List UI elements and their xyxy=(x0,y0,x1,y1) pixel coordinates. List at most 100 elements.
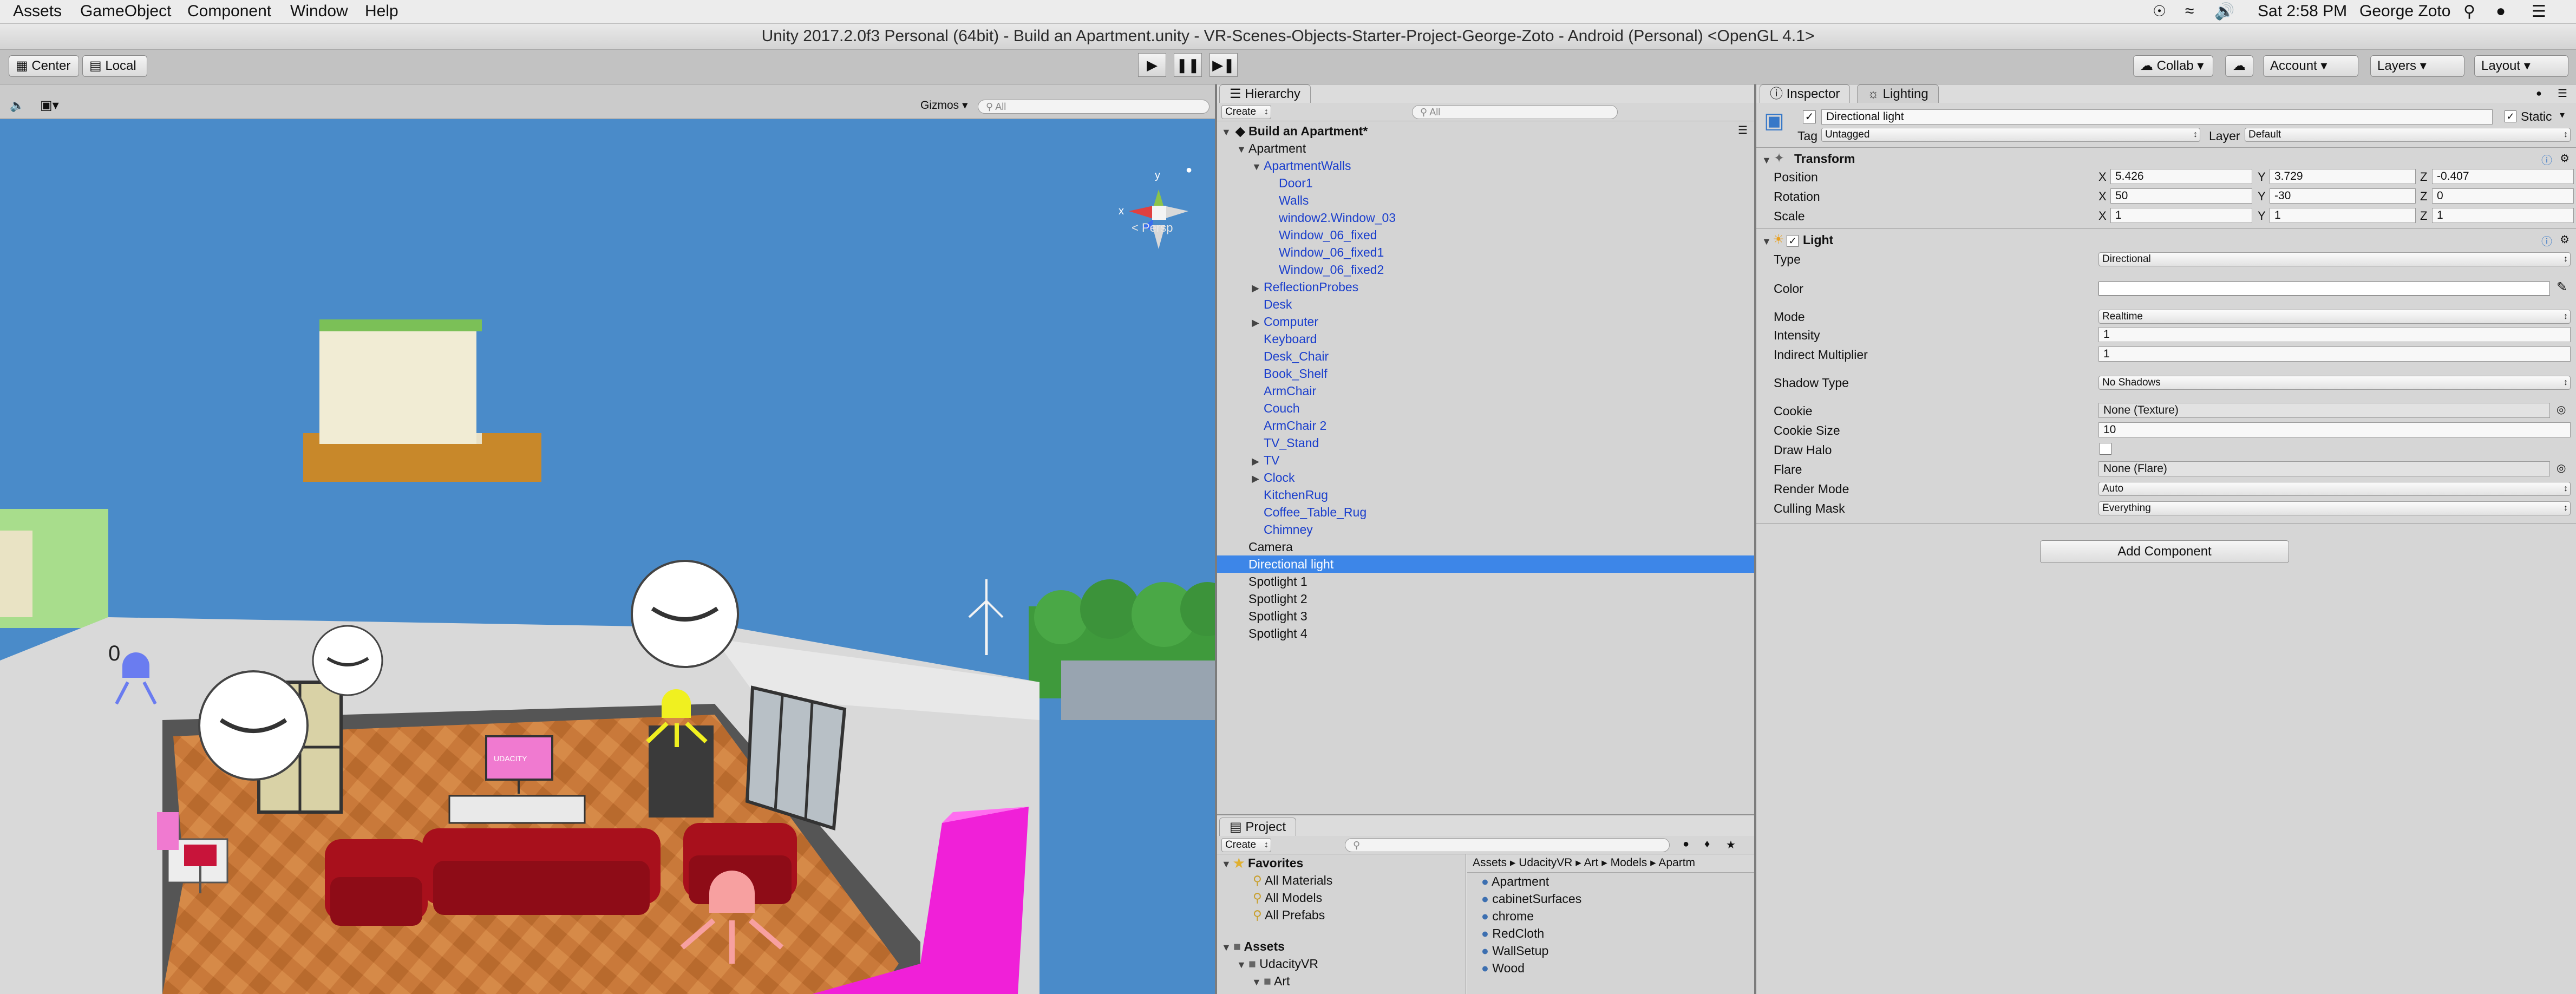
hier-item-armchair-2[interactable]: ArmChair 2 xyxy=(1264,417,1326,434)
hier-item-spotlight-3[interactable]: Spotlight 3 xyxy=(1248,607,1307,625)
hier-item-door1[interactable]: Door1 xyxy=(1279,174,1313,192)
siri-icon[interactable]: ● xyxy=(2496,2,2506,21)
position-y-field[interactable]: 3.729 xyxy=(2270,169,2416,184)
indirect-multiplier-field[interactable]: 1 xyxy=(2098,346,2571,362)
pause-button[interactable]: ❚❚ xyxy=(1174,53,1202,77)
hier-item-book-shelf[interactable]: Book_Shelf xyxy=(1264,365,1328,382)
inspector-lock-icon[interactable]: ● xyxy=(2536,88,2542,99)
hier-item-keyboard[interactable]: Keyboard xyxy=(1264,330,1317,348)
filter-type-icon[interactable]: ● xyxy=(1683,838,1689,851)
draw-halo-checkbox[interactable] xyxy=(2100,443,2111,455)
udacityvr-foldout-icon[interactable]: ▼ xyxy=(1237,959,1246,971)
hier-item-kitchenrug[interactable]: KitchenRug xyxy=(1264,486,1328,503)
transform-gear-icon[interactable]: ⚙ xyxy=(2560,152,2570,165)
type-dropdown[interactable]: Directional xyxy=(2098,252,2571,266)
position-x-field[interactable]: 5.426 xyxy=(2110,169,2252,184)
assets-foldout-icon[interactable]: ▼ xyxy=(1221,942,1231,953)
object-name-input[interactable]: Directional light xyxy=(1821,109,2493,125)
art-folder[interactable]: ■ Art xyxy=(1264,972,1290,990)
mode-dropdown[interactable]: Realtime xyxy=(2098,310,2571,324)
tab-hierarchy[interactable]: ☰ Hierarchy xyxy=(1219,84,1311,103)
apartment-foldout-icon[interactable]: ▼ xyxy=(1237,144,1246,155)
fav-all-materials[interactable]: ⚲ All Materials xyxy=(1253,872,1332,889)
crumb-assets[interactable]: Assets xyxy=(1473,856,1507,869)
add-component-button[interactable]: Add Component xyxy=(2040,540,2289,563)
reflectionprobes-foldout-icon[interactable]: ▶ xyxy=(1252,283,1259,294)
hier-item-computer[interactable]: Computer xyxy=(1264,313,1318,330)
scene-view[interactable]: 🔈 ▣▾ Gizmos ▾ ⚲ All UDACITY 0 y x ● < Pe… xyxy=(0,84,1215,994)
file-cabinetsurfaces[interactable]: ● cabinetSurfaces xyxy=(1481,890,1581,907)
hier-item-desk-chair[interactable]: Desk_Chair xyxy=(1264,348,1329,365)
eyedropper-icon[interactable]: ✎ xyxy=(2557,279,2567,295)
hier-item-desk[interactable]: Desk xyxy=(1264,296,1292,313)
clock-text[interactable]: Sat 2:58 PM xyxy=(2258,2,2347,21)
crumb-udacityvr[interactable]: UdacityVR xyxy=(1519,856,1572,869)
project-search-input[interactable]: ⚲ xyxy=(1345,838,1670,852)
play-button[interactable]: ▶ xyxy=(1138,53,1166,77)
pivot-local-button[interactable]: ▤ Local xyxy=(82,55,147,77)
computer-foldout-icon[interactable]: ▶ xyxy=(1252,317,1259,329)
cookie-picker-icon[interactable]: ◎ xyxy=(2557,403,2566,416)
account-dropdown[interactable]: Account ▾ xyxy=(2263,55,2358,77)
light-help-icon[interactable]: ⓘ xyxy=(2541,233,2552,248)
apartmentwalls-foldout-icon[interactable]: ▼ xyxy=(1252,161,1261,173)
scene-menu-icon[interactable]: ☰ xyxy=(1738,123,1748,137)
effects-toggle-icon[interactable]: ▣▾ xyxy=(40,97,59,113)
crumb-models[interactable]: Models xyxy=(1611,856,1647,869)
flare-field[interactable]: None (Flare) xyxy=(2098,461,2550,476)
file-wood[interactable]: ● Wood xyxy=(1481,959,1525,977)
transform-help-icon[interactable]: ⓘ xyxy=(2541,152,2552,167)
light-gear-icon[interactable]: ⚙ xyxy=(2560,233,2570,246)
static-dropdown-icon[interactable]: ▾ xyxy=(2560,109,2565,121)
assets-folder[interactable]: ■ Assets xyxy=(1233,938,1285,955)
tab-lighting[interactable]: ☼ Lighting xyxy=(1857,84,1939,103)
hier-item-window06-fixed2[interactable]: Window_06_fixed2 xyxy=(1279,261,1384,278)
hierarchy-search-input[interactable]: ⚲ All xyxy=(1412,105,1618,119)
hier-item-apartment[interactable]: Apartment xyxy=(1248,140,1306,157)
file-chrome[interactable]: ● chrome xyxy=(1481,907,1534,925)
hier-item-coffee-table-rug[interactable]: Coffee_Table_Rug xyxy=(1264,503,1367,521)
file-wallsetup[interactable]: ● WallSetup xyxy=(1481,942,1548,959)
menu-component[interactable]: Component xyxy=(187,2,271,21)
hier-item-spotlight-4[interactable]: Spotlight 4 xyxy=(1248,625,1307,642)
file-apartment[interactable]: ● Apartment xyxy=(1481,873,1549,890)
tab-project[interactable]: ▤ Project xyxy=(1219,818,1297,836)
audio-toggle-icon[interactable]: 🔈 xyxy=(10,99,24,113)
scene-search-input[interactable]: ⚲ All xyxy=(978,100,1209,114)
crumb-art[interactable]: Art xyxy=(1584,856,1599,869)
favorite-star-icon[interactable]: ★ xyxy=(1726,838,1736,852)
collab-dropdown[interactable]: ☁ Collab ▾ xyxy=(2133,55,2213,77)
layer-dropdown[interactable]: Default xyxy=(2245,128,2571,142)
network-icon[interactable]: ☉ xyxy=(2153,2,2166,20)
cookie-field[interactable]: None (Texture) xyxy=(2098,403,2550,418)
hier-item-tv[interactable]: TV xyxy=(1264,452,1279,469)
inspector-menu-icon[interactable]: ☰ xyxy=(2558,87,2567,100)
rotation-y-field[interactable]: -30 xyxy=(2270,188,2416,204)
scene-root[interactable]: ◆ Build an Apartment* xyxy=(1235,122,1368,140)
menu-assets[interactable]: Assets xyxy=(13,2,62,21)
color-swatch[interactable] xyxy=(2098,282,2550,296)
transform-foldout-icon[interactable]: ▼ xyxy=(1762,155,1771,166)
scale-y-field[interactable]: 1 xyxy=(2270,208,2416,223)
hier-item-clock[interactable]: Clock xyxy=(1264,469,1295,486)
flare-picker-icon[interactable]: ◎ xyxy=(2557,461,2566,475)
scene-foldout-icon[interactable]: ▼ xyxy=(1221,127,1231,138)
gizmo-lock-icon[interactable]: ● xyxy=(1186,164,1192,176)
tab-inspector[interactable]: ⓘ Inspector xyxy=(1760,84,1851,103)
static-checkbox[interactable]: ✓ xyxy=(2505,110,2516,122)
layout-dropdown[interactable]: Layout ▾ xyxy=(2474,55,2568,77)
scale-x-field[interactable]: 1 xyxy=(2110,208,2252,223)
favorites-header[interactable]: ★ Favorites xyxy=(1233,854,1303,872)
rotation-z-field[interactable]: 0 xyxy=(2432,188,2574,204)
hier-item-camera[interactable]: Camera xyxy=(1248,538,1293,555)
hier-item-chimney[interactable]: Chimney xyxy=(1264,521,1313,538)
layers-dropdown[interactable]: Layers ▾ xyxy=(2370,55,2464,77)
user-name[interactable]: George Zoto xyxy=(2359,2,2450,21)
light-enabled-checkbox[interactable]: ✓ xyxy=(1787,235,1799,247)
menu-window[interactable]: Window xyxy=(290,2,348,21)
hier-item-couch[interactable]: Couch xyxy=(1264,400,1299,417)
hier-item-directional-light[interactable]: Directional light xyxy=(1248,555,1333,573)
shadow-type-dropdown[interactable]: No Shadows xyxy=(2098,376,2571,390)
spotlight-search-icon[interactable]: ⚲ xyxy=(2463,2,2475,21)
hier-item-walls[interactable]: Walls xyxy=(1279,192,1309,209)
